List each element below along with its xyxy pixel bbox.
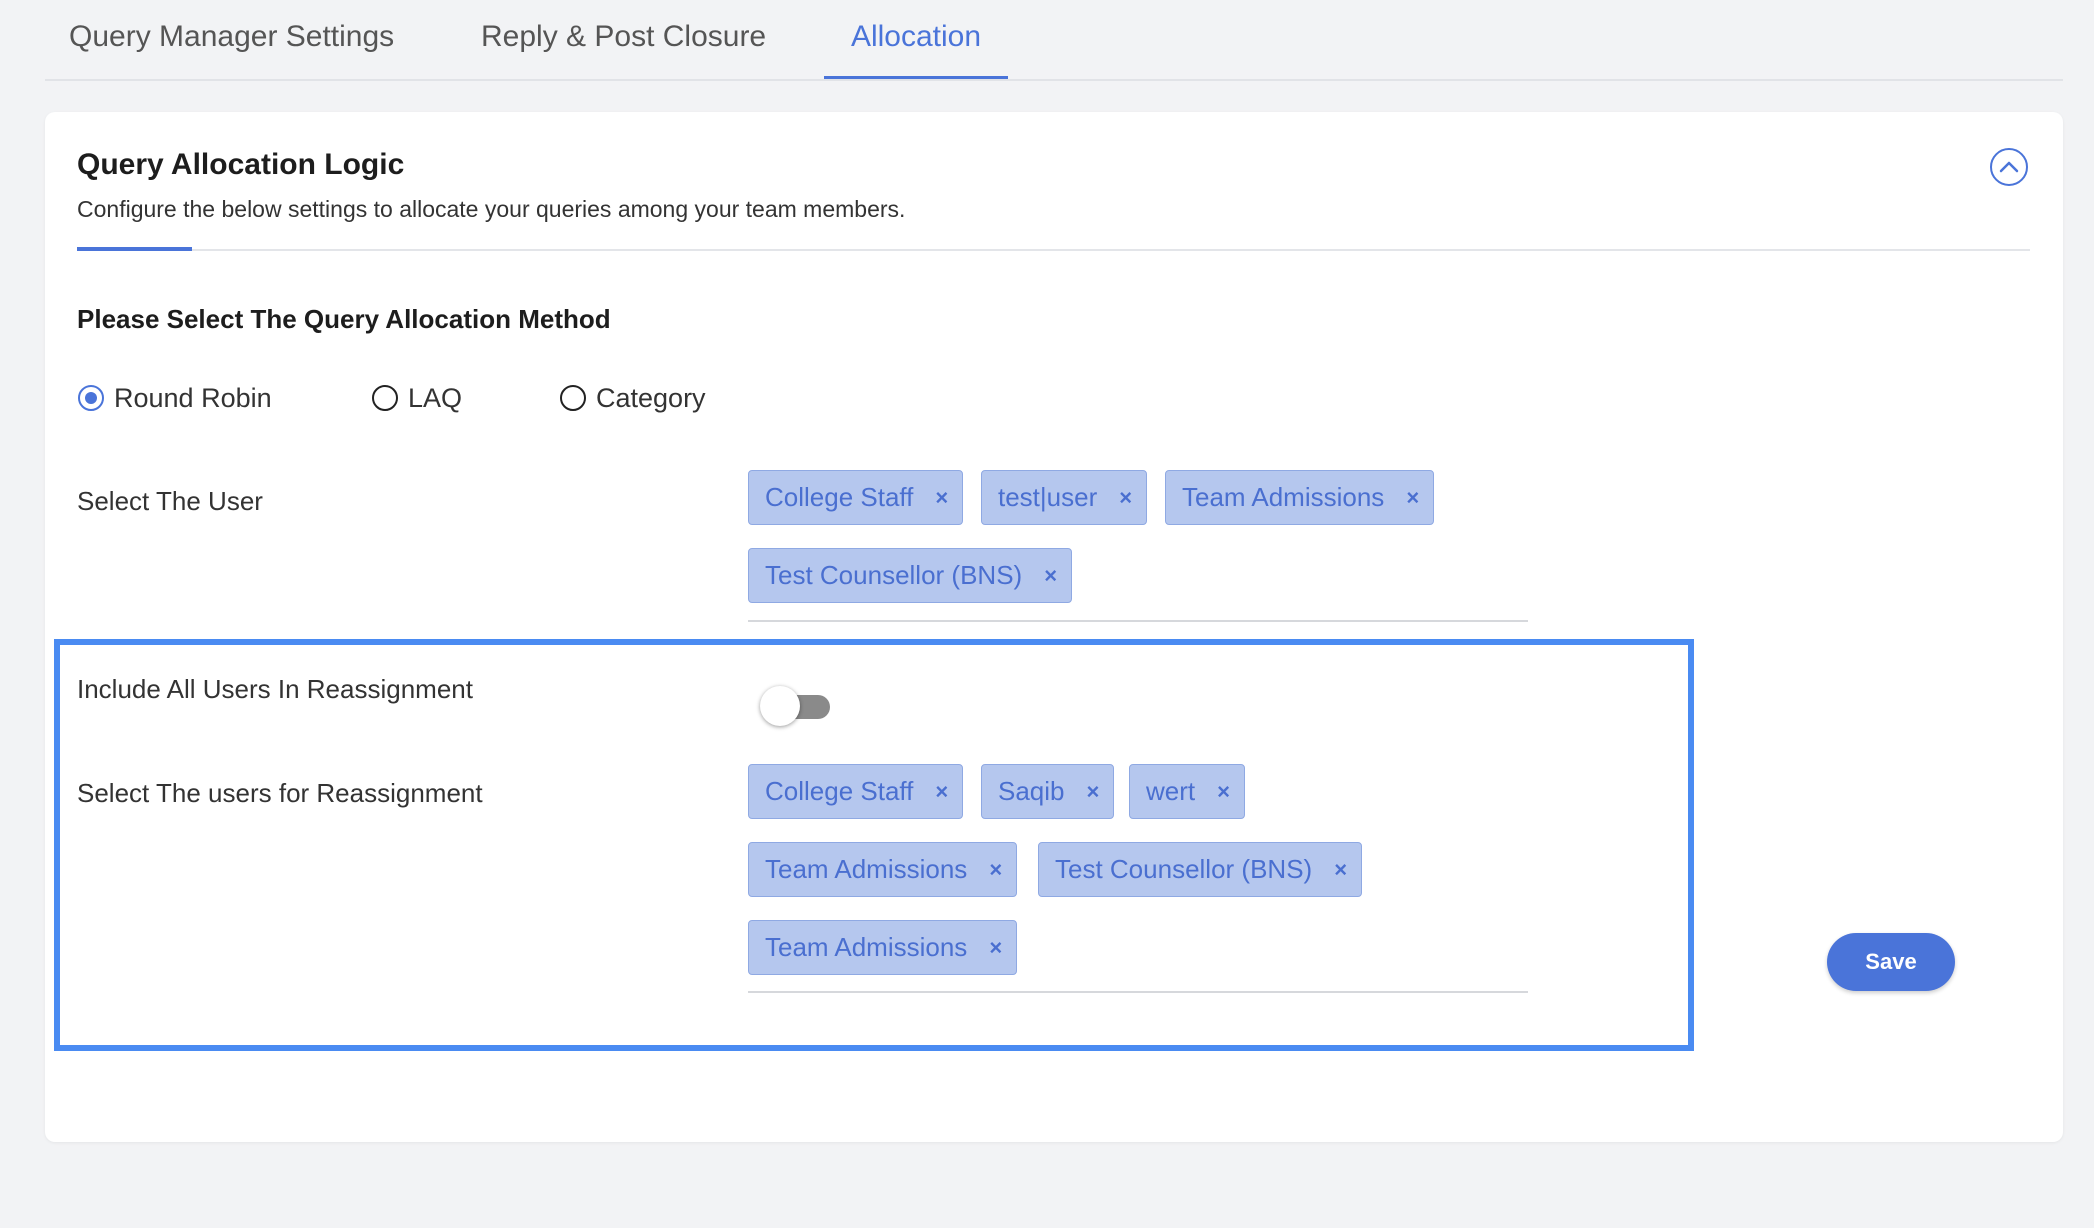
- remove-chip-icon[interactable]: ×: [935, 780, 948, 803]
- radio-label: Round Robin: [114, 382, 272, 413]
- chip-label: wert: [1146, 776, 1196, 806]
- card-subtitle: Configure the below settings to allocate…: [77, 196, 906, 222]
- remove-chip-icon[interactable]: ×: [989, 858, 1002, 881]
- chip-label: test|user: [998, 482, 1098, 512]
- select-user-label: Select The User: [77, 486, 263, 516]
- radio-round-robin[interactable]: Round Robin: [78, 378, 272, 418]
- user-chip: College Staff ×: [748, 764, 964, 819]
- chip-label: College Staff: [765, 776, 914, 806]
- chip-label: Team Admissions: [765, 932, 968, 962]
- divider-accent: [77, 247, 192, 251]
- query-allocation-card: Query Allocation Logic Configure the bel…: [45, 112, 2063, 1142]
- collapse-button[interactable]: [1990, 148, 2028, 186]
- radio-label: Category: [596, 382, 706, 413]
- remove-chip-icon[interactable]: ×: [1087, 780, 1100, 803]
- select-user-chips[interactable]: College Staff × test|user × Team Admissi…: [748, 470, 1528, 603]
- reassignment-users-chips[interactable]: College Staff × Saqib × wert × Team Admi…: [748, 764, 1528, 975]
- divider: [77, 249, 2030, 251]
- save-button[interactable]: Save: [1827, 933, 1955, 991]
- user-chip: College Staff ×: [748, 470, 964, 525]
- user-chip: wert ×: [1129, 764, 1245, 819]
- user-chip: Test Counsellor (BNS) ×: [1038, 842, 1363, 897]
- user-chip: Team Admissions ×: [748, 842, 1018, 897]
- chip-label: College Staff: [765, 482, 914, 512]
- tab-allocation[interactable]: Allocation: [824, 0, 1008, 79]
- select-user-underline: [748, 620, 1528, 622]
- chip-label: Test Counsellor (BNS): [1055, 854, 1313, 884]
- remove-chip-icon[interactable]: ×: [935, 486, 948, 509]
- chip-label: Test Counsellor (BNS): [765, 560, 1023, 590]
- allocation-method-title: Please Select The Query Allocation Metho…: [77, 304, 611, 334]
- user-chip: test|user ×: [981, 470, 1148, 525]
- card-title: Query Allocation Logic: [77, 148, 405, 181]
- chip-label: Team Admissions: [1182, 482, 1385, 512]
- remove-chip-icon[interactable]: ×: [1217, 780, 1230, 803]
- user-chip: Team Admissions ×: [748, 920, 1018, 975]
- remove-chip-icon[interactable]: ×: [1406, 486, 1419, 509]
- tab-query-manager-settings[interactable]: Query Manager Settings: [69, 0, 394, 77]
- tab-reply-post-closure[interactable]: Reply & Post Closure: [481, 0, 766, 77]
- radio-unchecked-icon: [560, 385, 586, 411]
- reassignment-users-label: Select The users for Reassignment: [77, 778, 483, 808]
- radio-category[interactable]: Category: [560, 378, 706, 418]
- toggle-knob: [760, 686, 800, 726]
- radio-checked-icon: [78, 385, 104, 411]
- user-chip: Saqib ×: [981, 764, 1115, 819]
- chevron-up-icon: [1999, 161, 2019, 173]
- reassignment-users-underline: [748, 991, 1528, 993]
- tab-bar: Query Manager Settings Reply & Post Clos…: [45, 0, 2063, 81]
- include-all-users-toggle[interactable]: [760, 686, 832, 726]
- remove-chip-icon[interactable]: ×: [989, 936, 1002, 959]
- user-chip: Test Counsellor (BNS) ×: [748, 548, 1073, 603]
- include-all-users-label: Include All Users In Reassignment: [77, 674, 473, 704]
- chip-label: Team Admissions: [765, 854, 968, 884]
- remove-chip-icon[interactable]: ×: [1334, 858, 1347, 881]
- user-chip: Team Admissions ×: [1165, 470, 1435, 525]
- radio-laq[interactable]: LAQ: [372, 378, 462, 418]
- chip-label: Saqib: [998, 776, 1065, 806]
- radio-label: LAQ: [408, 382, 463, 413]
- remove-chip-icon[interactable]: ×: [1119, 486, 1132, 509]
- remove-chip-icon[interactable]: ×: [1044, 564, 1057, 587]
- radio-unchecked-icon: [372, 385, 398, 411]
